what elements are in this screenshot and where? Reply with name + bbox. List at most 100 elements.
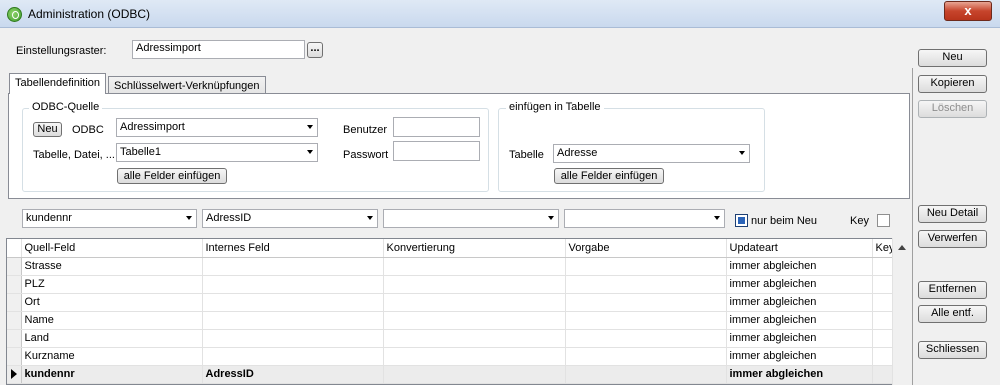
- column-header-updateart[interactable]: Updateart: [726, 239, 873, 258]
- password-input[interactable]: [393, 141, 480, 161]
- cell-internal[interactable]: [202, 347, 384, 366]
- insert-table-dropdown[interactable]: Adresse: [553, 144, 750, 163]
- chevron-down-icon: [548, 216, 554, 220]
- cell-source[interactable]: PLZ: [21, 275, 203, 294]
- close-window-button[interactable]: x: [944, 1, 992, 21]
- row-selector[interactable]: [7, 275, 22, 294]
- default-dropdown[interactable]: [564, 209, 725, 228]
- delete-button[interactable]: Löschen: [918, 100, 987, 118]
- cell-conversion[interactable]: [383, 347, 566, 366]
- source-field-dropdown[interactable]: kundennr: [22, 209, 197, 228]
- cell-key[interactable]: [872, 347, 894, 366]
- cell-conversion[interactable]: [383, 365, 566, 384]
- cell-update[interactable]: immer abgleichen: [726, 257, 873, 276]
- cell-update[interactable]: immer abgleichen: [726, 311, 873, 330]
- settings-browse-button[interactable]: ...: [307, 42, 323, 58]
- cell-internal[interactable]: [202, 329, 384, 348]
- column-header-vorgabe[interactable]: Vorgabe: [565, 239, 727, 258]
- cell-default[interactable]: [565, 329, 727, 348]
- grid-header-row: Quell-Feld Internes Feld Konvertierung V…: [7, 239, 909, 258]
- odbc-new-button[interactable]: Neu: [33, 122, 62, 137]
- odbc-dropdown-value: Adressimport: [120, 121, 185, 133]
- row-selector[interactable]: [7, 311, 22, 330]
- cell-internal[interactable]: [202, 311, 384, 330]
- insert-all-fields-button[interactable]: alle Felder einfügen: [554, 168, 664, 184]
- odbc-all-fields-button[interactable]: alle Felder einfügen: [117, 168, 227, 184]
- cell-update[interactable]: immer abgleichen: [726, 275, 873, 294]
- table-row[interactable]: Name immer abgleichen: [7, 311, 909, 330]
- cell-internal[interactable]: AdressID: [202, 365, 384, 384]
- cell-update[interactable]: immer abgleichen: [726, 347, 873, 366]
- cell-update[interactable]: immer abgleichen: [726, 365, 873, 384]
- chevron-down-icon: [367, 216, 373, 220]
- column-header-konvertierung[interactable]: Konvertierung: [383, 239, 566, 258]
- cell-internal[interactable]: [202, 293, 384, 312]
- cell-default[interactable]: [565, 311, 727, 330]
- column-header-quell-feld[interactable]: Quell-Feld: [21, 239, 203, 258]
- key-checkbox[interactable]: [877, 214, 890, 227]
- chevron-down-icon: [739, 151, 745, 155]
- cell-source[interactable]: Kurzname: [21, 347, 203, 366]
- tab-tabellendefinition[interactable]: Tabellendefinition: [9, 73, 107, 94]
- grid-vertical-scrollbar[interactable]: [892, 238, 910, 385]
- user-input[interactable]: [393, 117, 480, 137]
- cell-conversion[interactable]: [383, 293, 566, 312]
- column-header-internes-feld[interactable]: Internes Feld: [202, 239, 384, 258]
- internal-field-dropdown[interactable]: AdressID: [202, 209, 378, 228]
- table-row[interactable]: PLZ immer abgleichen: [7, 275, 909, 294]
- cell-default[interactable]: [565, 365, 727, 384]
- cell-conversion[interactable]: [383, 275, 566, 294]
- close-button[interactable]: Schliessen: [918, 341, 987, 359]
- odbc-group-title: ODBC-Quelle: [29, 101, 103, 113]
- table-row[interactable]: Strasse immer abgleichen: [7, 257, 909, 276]
- cell-conversion[interactable]: [383, 257, 566, 276]
- remove-all-button[interactable]: Alle entf.: [918, 305, 987, 323]
- settings-label: Einstellungsraster:: [16, 45, 107, 57]
- cell-update[interactable]: immer abgleichen: [726, 293, 873, 312]
- odbc-dropdown[interactable]: Adressimport: [116, 118, 318, 137]
- only-new-checkbox[interactable]: [735, 214, 748, 227]
- cell-internal[interactable]: [202, 275, 384, 294]
- cell-source[interactable]: kundennr: [21, 365, 203, 384]
- cell-update[interactable]: immer abgleichen: [726, 329, 873, 348]
- discard-button[interactable]: Verwerfen: [918, 230, 987, 248]
- cell-conversion[interactable]: [383, 311, 566, 330]
- copy-button[interactable]: Kopieren: [918, 75, 987, 93]
- new-button[interactable]: Neu: [918, 49, 987, 67]
- conversion-dropdown[interactable]: [383, 209, 559, 228]
- new-detail-button[interactable]: Neu Detail: [918, 205, 987, 223]
- table-row-current[interactable]: kundennr AdressID immer abgleichen: [7, 365, 909, 384]
- cell-internal[interactable]: [202, 257, 384, 276]
- cell-key[interactable]: [872, 365, 894, 384]
- title-bar: Administration (ODBC) x: [0, 0, 1000, 28]
- row-selector[interactable]: [7, 293, 22, 312]
- row-selector-current[interactable]: [7, 365, 22, 384]
- table-row[interactable]: Ort immer abgleichen: [7, 293, 909, 312]
- cell-key[interactable]: [872, 293, 894, 312]
- cell-key[interactable]: [872, 275, 894, 294]
- cell-key[interactable]: [872, 329, 894, 348]
- row-selector[interactable]: [7, 347, 22, 366]
- row-selector[interactable]: [7, 329, 22, 348]
- cell-source[interactable]: Land: [21, 329, 203, 348]
- sidebar-divider: [912, 68, 913, 385]
- cell-source[interactable]: Strasse: [21, 257, 203, 276]
- row-selector[interactable]: [7, 257, 22, 276]
- column-header-key[interactable]: Key: [872, 239, 894, 258]
- cell-key[interactable]: [872, 311, 894, 330]
- cell-source[interactable]: Ort: [21, 293, 203, 312]
- cell-default[interactable]: [565, 257, 727, 276]
- table-row[interactable]: Kurzname immer abgleichen: [7, 347, 909, 366]
- table-dropdown[interactable]: Tabelle1: [116, 143, 318, 162]
- cell-key[interactable]: [872, 257, 894, 276]
- cell-default[interactable]: [565, 275, 727, 294]
- table-row[interactable]: Land immer abgleichen: [7, 329, 909, 348]
- settings-input[interactable]: Adressimport: [132, 40, 305, 59]
- cell-source[interactable]: Name: [21, 311, 203, 330]
- scroll-up-icon[interactable]: [898, 245, 906, 250]
- cell-conversion[interactable]: [383, 329, 566, 348]
- mapping-grid: Quell-Feld Internes Feld Konvertierung V…: [6, 238, 910, 385]
- cell-default[interactable]: [565, 347, 727, 366]
- remove-button[interactable]: Entfernen: [918, 281, 987, 299]
- cell-default[interactable]: [565, 293, 727, 312]
